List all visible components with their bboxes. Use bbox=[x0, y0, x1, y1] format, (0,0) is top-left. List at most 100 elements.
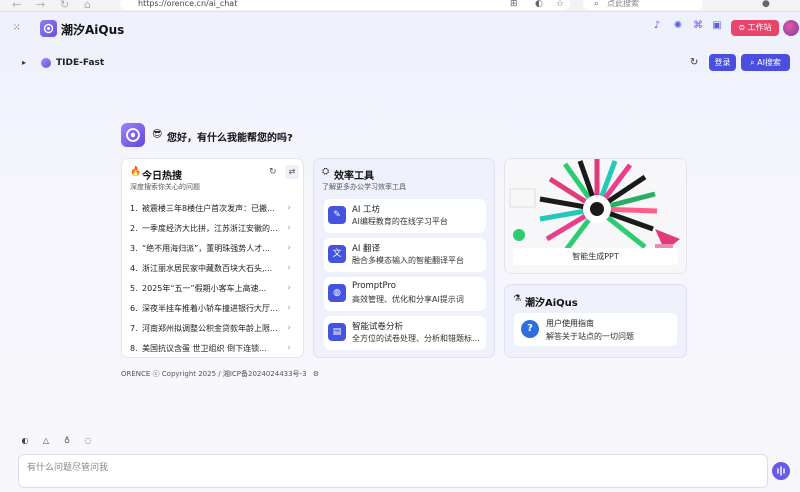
voice-send-button[interactable] bbox=[772, 462, 790, 480]
aiqus-title: 潮汐AiQus bbox=[525, 298, 578, 309]
forward-icon[interactable]: → bbox=[36, 0, 45, 11]
guide-title: 用户使用指南 bbox=[546, 319, 594, 328]
hot-item-number: 5. bbox=[130, 284, 138, 293]
hot-item[interactable]: 3. “绝不用海归派”，董明珠强势人才... bbox=[130, 243, 298, 257]
chat-input[interactable]: 有什么问题尽管问我 bbox=[18, 454, 768, 488]
ai-search-button[interactable]: ⌕ AI搜索 bbox=[741, 54, 790, 71]
tool-item[interactable]: 文 AI 翻译融合多模态输入的智能翻译平台 bbox=[324, 238, 486, 272]
exam-icon: ▤ bbox=[328, 323, 346, 341]
help-icon: ? bbox=[521, 320, 539, 338]
app-name: 潮汐AiQus bbox=[61, 23, 125, 37]
reload-icon[interactable]: ↻ bbox=[60, 0, 69, 11]
microphone-icon[interactable]: ♁ bbox=[62, 436, 72, 446]
browser-search-placeholder: 点此搜索 bbox=[607, 0, 639, 8]
hot-item-text: 2025年“五一”假期小客车上高速... bbox=[142, 284, 267, 293]
extension-icon[interactable]: ◐ bbox=[535, 0, 543, 9]
hot-item-number: 8. bbox=[130, 344, 138, 353]
plugin-icon[interactable]: △ bbox=[41, 436, 51, 446]
workstation-icon: ⊜ bbox=[738, 23, 748, 32]
model-switch-icon[interactable]: ◐ bbox=[20, 436, 30, 446]
aiqus-card: ⚗ 潮汐AiQus ? 用户使用指南 解答关于站点的一切问题 bbox=[504, 284, 687, 358]
app-logo[interactable] bbox=[40, 20, 57, 37]
tool-name: PromptPro bbox=[352, 281, 396, 291]
theme-icon[interactable]: ✺ bbox=[672, 20, 684, 32]
chevron-right-icon[interactable]: › bbox=[287, 203, 291, 213]
chevron-right-icon[interactable]: › bbox=[287, 303, 291, 313]
hot-item-text: 一季度经济大比拼，江苏浙江安徽的... bbox=[142, 224, 278, 233]
profile-icon[interactable]: ● bbox=[762, 0, 770, 9]
tool-item[interactable]: ▤ 智能试卷分析全方位的试卷处理、分析和错题标... bbox=[324, 316, 486, 350]
hot-item-number: 4. bbox=[130, 264, 138, 273]
hot-item-text: 美国抗议含蛋 世卫组织 倒下连锁... bbox=[142, 344, 267, 353]
hot-item[interactable]: 1. 被震楼三年8楼住户首次发声：已搬... bbox=[130, 203, 298, 217]
copyright-text: ORENCE ⓒ Copyright 2025 / 湘ICP备202402443… bbox=[121, 370, 307, 378]
avatar[interactable] bbox=[783, 20, 799, 36]
tool-name: AI 翻译 bbox=[352, 244, 381, 254]
search-icon: ⌕ bbox=[594, 0, 600, 9]
back-icon[interactable]: ← bbox=[12, 0, 21, 11]
tool-name: AI 工坊 bbox=[352, 205, 381, 215]
tool-item[interactable]: ◍ PromptPro 高效管理、优化和分享AI提示词 bbox=[324, 277, 486, 311]
tool-desc: 全方位的试卷处理、分析和错题标... bbox=[352, 334, 480, 343]
tool-item[interactable]: ✎ AI 工坊 AI编程教育的在线学习平台 bbox=[324, 199, 486, 233]
browser-search-input[interactable]: 点此搜索 bbox=[583, 0, 703, 10]
hot-item[interactable]: 7. 河南郑州拟调整公积金贷款年龄上限... bbox=[130, 323, 298, 337]
tool-desc: 高效管理、优化和分享AI提示词 bbox=[352, 295, 464, 304]
prompt-icon: ◍ bbox=[328, 284, 346, 302]
translate-icon: 文 bbox=[328, 245, 346, 263]
expand-sidebar-icon[interactable]: ▸ bbox=[22, 58, 26, 67]
hot-subtitle: 深度搜索你关心的问题 bbox=[130, 183, 200, 191]
shortcut-icon[interactable]: ⌘ bbox=[692, 20, 704, 32]
flask-icon: ⚗ bbox=[513, 294, 522, 304]
user-guide-item[interactable]: ? 用户使用指南 解答关于站点的一切问题 bbox=[514, 313, 677, 346]
tool-desc: AI编程教育的在线学习平台 bbox=[352, 217, 448, 226]
hot-item-text: 被震楼三年8楼住户首次发声：已搬... bbox=[142, 204, 275, 213]
browser-toolbar: ← → ↻ ⌂ https://orence.cn/ai_chat ⊞ ◐ ☆ … bbox=[0, 0, 800, 12]
waveform-icon bbox=[777, 466, 785, 476]
tool-name: 智能试卷分析 bbox=[352, 322, 404, 332]
app-header: ⁙ 潮汐AiQus ♪ ✺ ⌘ ▣ ⊜ 工作站 bbox=[0, 12, 800, 46]
home-icon[interactable]: ⌂ bbox=[84, 0, 91, 11]
hot-item-number: 2. bbox=[130, 224, 138, 233]
model-selector[interactable]: TIDE-Fast bbox=[38, 55, 111, 71]
ppt-card[interactable]: 智能生成PPT bbox=[504, 158, 687, 274]
police-badge-icon: ⚙ bbox=[312, 370, 320, 378]
layout-icon[interactable]: ▣ bbox=[711, 20, 723, 32]
address-url: https://orence.cn/ai_chat bbox=[138, 0, 238, 8]
login-button[interactable]: 登录 bbox=[709, 54, 736, 71]
hot-item[interactable]: 4. 浙江丽水居民家中藏数百块大石头,... bbox=[130, 263, 298, 277]
chevron-right-icon[interactable]: › bbox=[287, 223, 291, 233]
address-bar[interactable]: https://orence.cn/ai_chat bbox=[120, 0, 570, 10]
refresh-hot-icon[interactable]: ↻ bbox=[269, 167, 277, 177]
hot-title: 今日热搜 bbox=[142, 171, 182, 182]
greeting-text: 您好，有什么我能帮您的吗? bbox=[167, 133, 293, 144]
chat-icon[interactable]: ◌ bbox=[83, 436, 93, 446]
chevron-right-icon[interactable]: › bbox=[287, 343, 291, 353]
hot-item[interactable]: 6. 深夜半挂车推着小轿车撞进银行大厅... bbox=[130, 303, 298, 317]
hot-item[interactable]: 8. 美国抗议含蛋 世卫组织 倒下连锁... bbox=[130, 343, 298, 357]
guide-desc: 解答关于站点的一切问题 bbox=[546, 332, 634, 341]
refresh-icon[interactable]: ↻ bbox=[690, 57, 698, 68]
ai-search-label: AI搜索 bbox=[757, 58, 781, 67]
ppt-label: 智能生成PPT bbox=[513, 248, 678, 265]
chevron-right-icon[interactable]: › bbox=[287, 263, 291, 273]
hot-item[interactable]: 5. 2025年“五一”假期小客车上高速... bbox=[130, 283, 298, 297]
apps-menu-icon[interactable]: ⁙ bbox=[13, 23, 21, 33]
workstation-button[interactable]: ⊜ 工作站 bbox=[731, 20, 779, 36]
switch-icon[interactable]: ⇄ bbox=[285, 165, 299, 179]
favorite-icon[interactable]: ☆ bbox=[556, 0, 564, 9]
grid-apps-icon[interactable]: ⊞ bbox=[510, 0, 518, 9]
greeting-logo bbox=[121, 123, 145, 147]
notification-icon[interactable]: ♪ bbox=[651, 20, 663, 32]
hot-item-number: 3. bbox=[130, 244, 138, 253]
hot-item[interactable]: 2. 一季度经济大比拼，江苏浙江安徽的... bbox=[130, 223, 298, 237]
chevron-right-icon[interactable]: › bbox=[287, 283, 291, 293]
hot-item-number: 7. bbox=[130, 324, 138, 333]
chevron-right-icon[interactable]: › bbox=[287, 243, 291, 253]
hot-item-text: 河南郑州拟调整公积金贷款年龄上限... bbox=[142, 324, 278, 333]
chevron-right-icon[interactable]: › bbox=[287, 323, 291, 333]
hot-item-text: “绝不用海归派”，董明珠强势人才... bbox=[142, 244, 270, 253]
tool-desc: 融合多模态输入的智能翻译平台 bbox=[352, 256, 464, 265]
footer: ORENCE ⓒ Copyright 2025 / 湘ICP备202402443… bbox=[121, 369, 319, 379]
tools-subtitle: 了解更多办公学习效率工具 bbox=[322, 183, 406, 191]
